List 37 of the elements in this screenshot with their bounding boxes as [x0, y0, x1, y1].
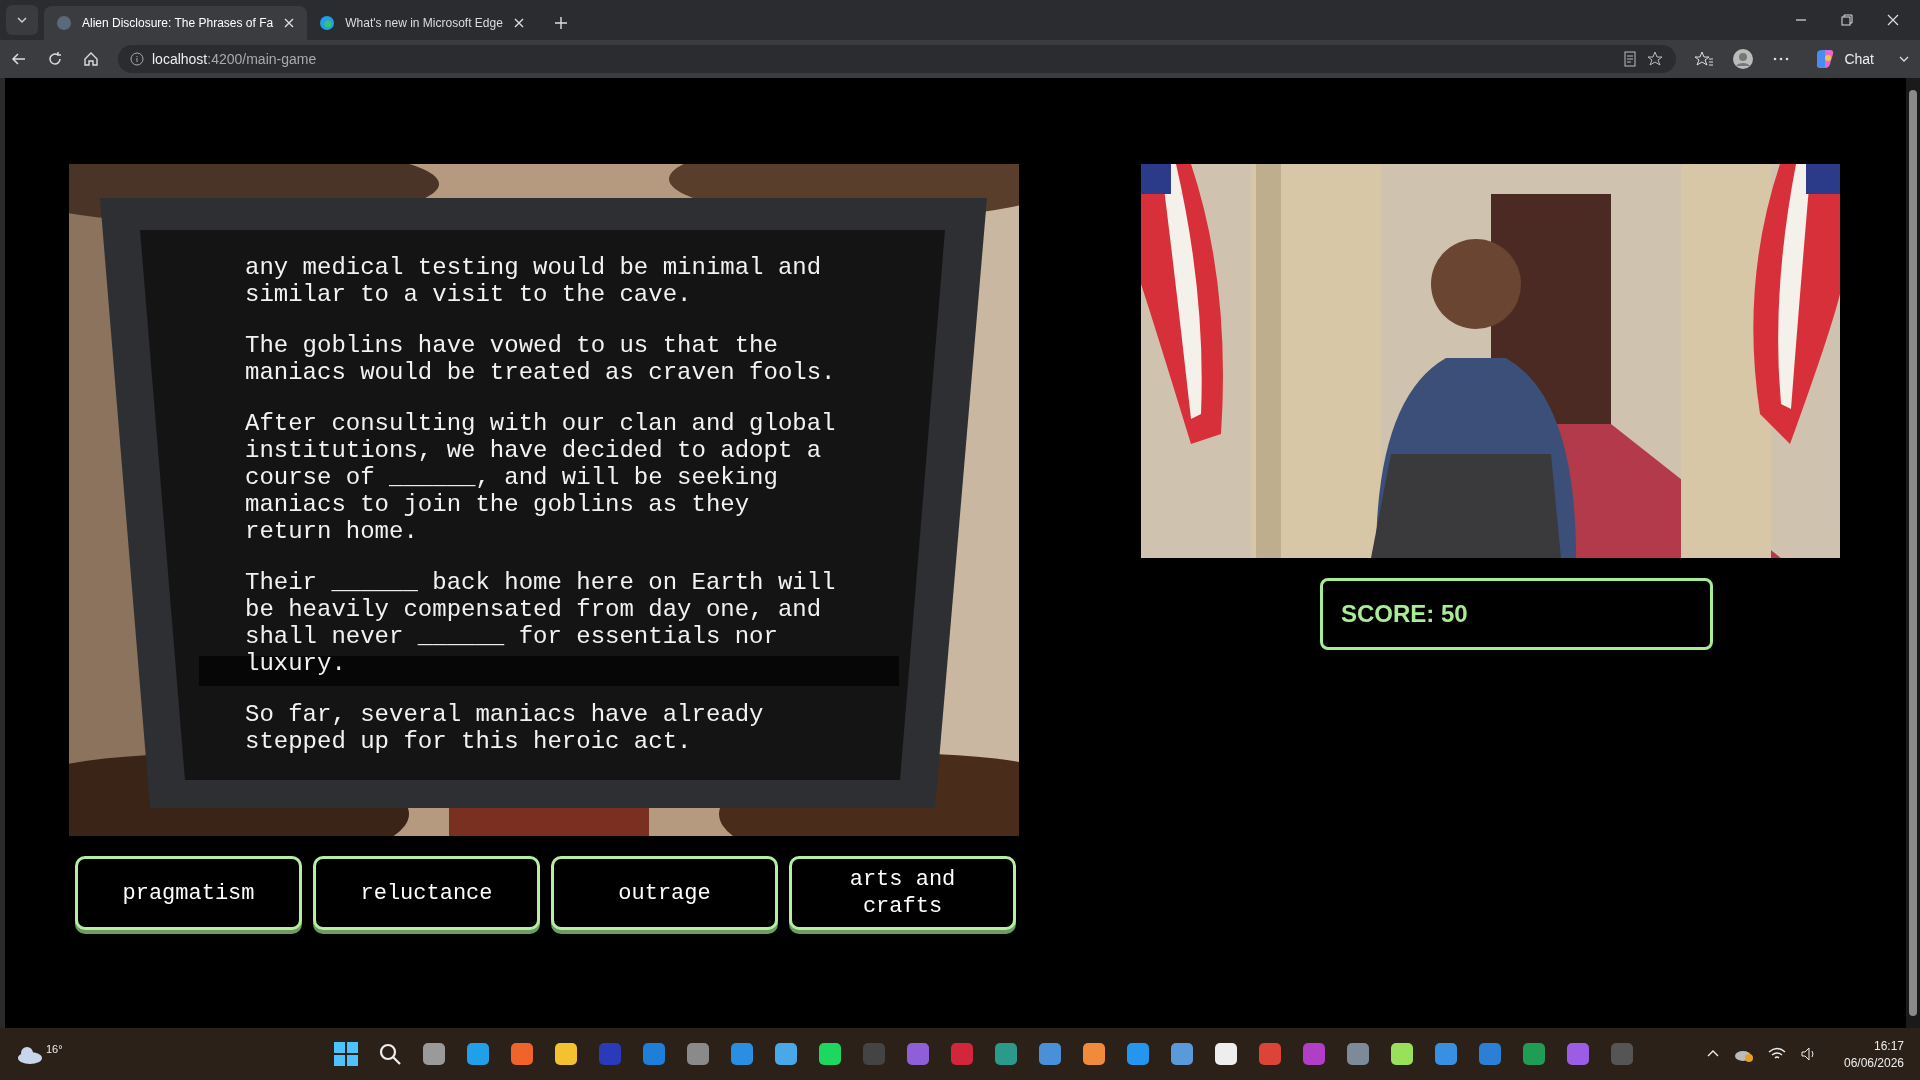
- address-field[interactable]: localhost:4200/main-game: [118, 45, 1677, 73]
- clock-date[interactable]: 06/06/2026: [1843, 1055, 1904, 1070]
- passage-paragraph: So far, several maniacs have already stepped up for this heroic act.: [245, 701, 765, 755]
- app-icon[interactable]: [773, 1041, 800, 1067]
- home-icon[interactable]: [82, 50, 100, 68]
- refresh-icon[interactable]: [46, 50, 64, 68]
- tab-list-button[interactable]: [6, 5, 38, 35]
- close-icon[interactable]: [1886, 13, 1900, 27]
- profile-icon[interactable]: [1732, 48, 1755, 70]
- app-icon[interactable]: [817, 1041, 844, 1067]
- app-icon[interactable]: [1081, 1041, 1108, 1067]
- favorites-icon[interactable]: [1694, 50, 1715, 68]
- browser-tab[interactable]: What's new in Microsoft Edge: [307, 6, 537, 40]
- app-icon[interactable]: [1213, 1041, 1240, 1067]
- passage-paragraph: Their ______ back home here on Earth will be heavily compensated from day one, and shall never ______ for essentials nor luxury.: [245, 569, 836, 677]
- passage-paragraph: any medical testing would be minimal and similar to a visit to the cave.: [245, 254, 823, 308]
- score-display: SCORE: 50: [1320, 578, 1713, 650]
- reader-icon[interactable]: [1622, 51, 1639, 67]
- app-icon[interactable]: [465, 1041, 492, 1067]
- restore-icon[interactable]: [1840, 13, 1854, 27]
- chat-button[interactable]: Chat: [1808, 47, 1880, 71]
- clock-time[interactable]: 16:17: [1874, 1038, 1904, 1053]
- close-icon[interactable]: [512, 17, 525, 29]
- edge-logo-icon: [319, 15, 336, 31]
- scrollbar[interactable]: [1906, 78, 1920, 1028]
- info-icon[interactable]: [130, 52, 144, 66]
- passage-paragraph: After consulting with our clan and global institutions, we have decided to adopt a course of ______, and will be seeking maniacs to join the goblins as they return home.: [245, 410, 836, 545]
- app-icon[interactable]: [421, 1041, 448, 1067]
- new-tab-icon[interactable]: [552, 15, 569, 31]
- browser-tab[interactable]: Alien Disclosure: The Phrases of Fa: [44, 6, 308, 40]
- star-icon[interactable]: [1646, 50, 1665, 68]
- windows-logo-icon[interactable]: [333, 1041, 360, 1067]
- passage-paragraph: The goblins have vowed to us that the maniacs would be treated as craven fools.: [245, 332, 836, 386]
- app-icon[interactable]: [553, 1041, 580, 1067]
- weather-temperature[interactable]: 16°: [46, 1043, 63, 1055]
- app-icon[interactable]: [1389, 1041, 1416, 1067]
- close-icon[interactable]: [283, 17, 296, 29]
